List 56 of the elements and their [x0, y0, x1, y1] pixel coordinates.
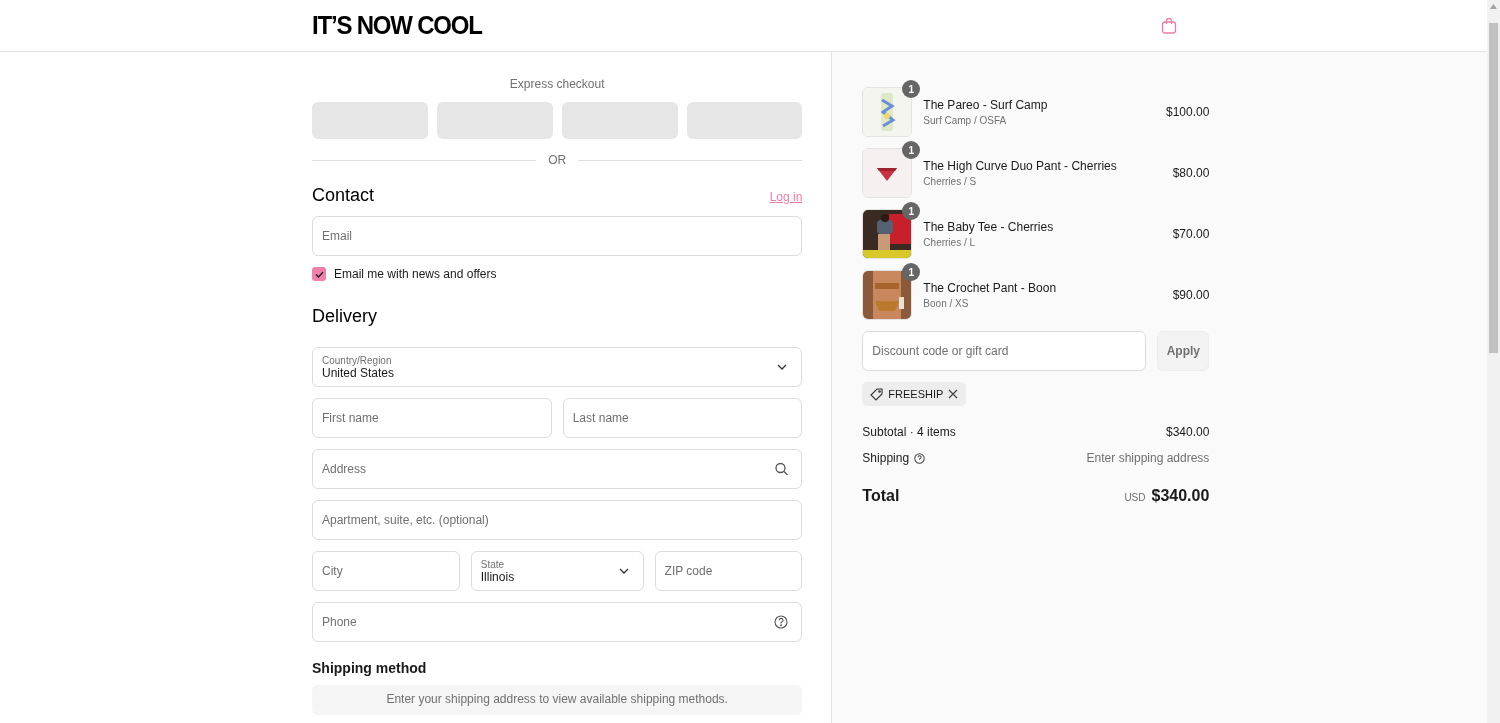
product-variant: Cherries / S [923, 176, 978, 187]
product-price: $70.00 [1172, 227, 1210, 241]
apply-button[interactable]: Apply [1157, 331, 1210, 371]
input-field[interactable]: Address [312, 449, 803, 489]
shopping-bag-icon[interactable] [1161, 17, 1177, 34]
product-name: The Pareo - Surf Camp [923, 98, 1049, 112]
notice-text: Enter your shipping address to view available shipping methods. [386, 692, 728, 706]
store-logo[interactable]: IT’S NOW COOL [312, 10, 482, 41]
help-icon[interactable] [914, 452, 926, 464]
section-label: Express checkout [508, 77, 606, 91]
input-field[interactable]: ZIP code [654, 551, 803, 591]
input-field[interactable]: Apartment, suite, etc. (optional) [312, 500, 803, 540]
product-name: The Baby Tee - Cherries [923, 220, 1055, 234]
express-payment-button[interactable] [686, 102, 803, 139]
help-icon[interactable] [774, 615, 789, 629]
input-field[interactable]: Phone [312, 602, 803, 642]
input-field[interactable]: Discount code or gift card [862, 331, 1147, 371]
tag-icon [870, 387, 884, 401]
product-variant: Boon / XS [923, 298, 970, 309]
total-amount: $340.00 [1151, 487, 1210, 505]
quantity-badge: 1 [902, 263, 921, 281]
total-label: Total [862, 487, 900, 505]
currency-code: USD [1124, 492, 1146, 503]
scrollbar[interactable] [1487, 0, 1500, 723]
product-price: $80.00 [1172, 166, 1210, 180]
chevron-down-icon [618, 568, 629, 574]
input-field[interactable]: First name [312, 398, 552, 438]
quantity-badge: 1 [902, 202, 921, 220]
scroll-up-icon[interactable] [1490, 4, 1497, 9]
product-variant: Cherries / L [923, 237, 977, 248]
section-heading: Contact [312, 185, 375, 206]
product-name: The Crochet Pant - Boon [923, 281, 1058, 295]
select-field[interactable]: State Illinois [470, 551, 644, 591]
product-price: $90.00 [1172, 288, 1210, 302]
checkbox[interactable] [312, 267, 326, 281]
section-heading: Shipping method [312, 660, 428, 676]
chevron-down-icon [777, 364, 788, 370]
quantity-badge: 1 [902, 80, 921, 98]
subtotal-value: $340.00 [1165, 425, 1210, 439]
discount-code: FREESHIP [888, 388, 944, 400]
section-heading: Delivery [312, 306, 378, 327]
search-icon [775, 462, 789, 476]
input-field[interactable]: Last name [562, 398, 803, 438]
shipping-label: Shipping [862, 451, 910, 465]
product-variant: Surf Camp / OSFA [923, 115, 1008, 126]
shipping-value: Enter shipping address [1086, 451, 1210, 465]
checkbox-label: Email me with news and offers [334, 267, 497, 281]
quantity-badge: 1 [902, 141, 921, 159]
subtotal-label: Subtotal · 4 items [862, 425, 956, 439]
input-field[interactable]: Email [312, 216, 803, 256]
close-icon[interactable] [948, 389, 959, 399]
product-price: $100.00 [1165, 105, 1210, 119]
input-field[interactable]: City [312, 551, 460, 591]
select-field[interactable]: Country/Region United States [312, 347, 803, 387]
divider-label: OR [548, 153, 567, 167]
product-name: The High Curve Duo Pant - Cherries [923, 159, 1118, 173]
